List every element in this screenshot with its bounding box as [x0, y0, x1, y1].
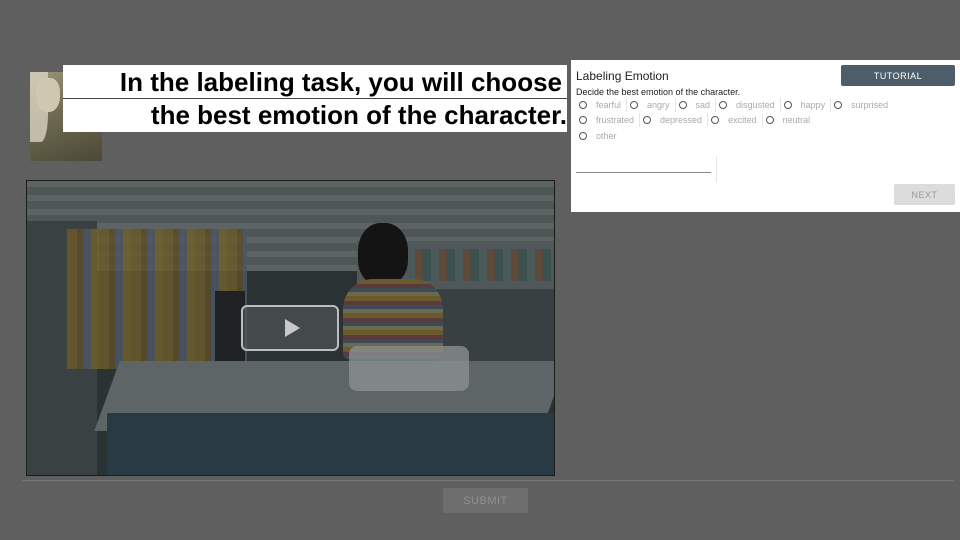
panel-title: Labeling Emotion — [576, 69, 669, 83]
emotion-options: fearful angry sad disgusted happy surpri… — [579, 97, 919, 144]
other-emotion-input[interactable] — [576, 172, 711, 173]
radio-angry[interactable] — [630, 100, 639, 109]
option-surprised[interactable]: surprised — [834, 98, 893, 112]
option-angry[interactable]: angry — [630, 97, 676, 112]
labeling-panel: Labeling Emotion Decide the best emotion… — [571, 60, 960, 212]
radio-depressed[interactable] — [643, 116, 652, 125]
play-button[interactable] — [241, 305, 339, 351]
instruction-caption: In the labeling task, you will choose th… — [63, 65, 567, 132]
video-scene-person-head — [358, 223, 408, 285]
radio-fearful[interactable] — [579, 100, 587, 109]
radio-other[interactable] — [579, 131, 587, 140]
caption-divider — [63, 98, 567, 99]
footer-divider — [22, 480, 954, 481]
panel-subtitle: Decide the best emotion of the character… — [576, 87, 741, 97]
submit-button[interactable]: SUBMIT — [443, 488, 528, 513]
radio-neutral[interactable] — [765, 116, 774, 125]
caption-line-2: the best emotion of the character. — [150, 100, 567, 130]
caption-line-1: In the labeling task, you will choose — [119, 67, 562, 97]
option-label: frustrated — [596, 115, 635, 126]
option-label: excited — [728, 115, 757, 126]
option-label: depressed — [660, 115, 703, 126]
option-label: fearful — [596, 99, 622, 110]
radio-sad[interactable] — [678, 100, 687, 109]
option-label: disgusted — [736, 99, 775, 110]
option-label: neutral — [782, 115, 811, 126]
option-label: happy — [800, 99, 826, 110]
option-neutral[interactable]: neutral — [765, 113, 816, 127]
options-row-1: fearful angry sad disgusted happy surpri… — [579, 97, 919, 113]
video-scene-bags — [349, 346, 469, 391]
option-label: sad — [695, 99, 711, 110]
option-fearful[interactable]: fearful — [579, 97, 628, 112]
thumbnail-face — [36, 78, 60, 112]
video-scene-counter-front — [107, 413, 554, 475]
radio-happy[interactable] — [783, 100, 792, 109]
video-player[interactable] — [26, 180, 555, 476]
play-icon — [284, 319, 300, 337]
options-row-3: other — [579, 128, 919, 144]
option-other[interactable]: other — [579, 129, 622, 143]
video-scene-back-shelf — [407, 249, 554, 281]
option-depressed[interactable]: depressed — [643, 113, 709, 128]
radio-frustrated[interactable] — [579, 116, 587, 125]
radio-disgusted[interactable] — [719, 100, 728, 109]
next-button[interactable]: NEXT — [894, 184, 955, 205]
option-disgusted[interactable]: disgusted — [719, 97, 781, 112]
radio-excited[interactable] — [711, 116, 720, 125]
option-label: surprised — [851, 99, 889, 110]
options-divider — [716, 156, 717, 182]
tutorial-button[interactable]: TUTORIAL — [841, 65, 955, 86]
option-label: other — [596, 130, 617, 141]
options-row-2: frustrated depressed excited neutral — [579, 113, 919, 129]
radio-surprised[interactable] — [834, 100, 843, 109]
option-frustrated[interactable]: frustrated — [579, 113, 641, 128]
option-label: angry — [647, 99, 670, 110]
option-happy[interactable]: happy — [783, 97, 832, 112]
option-sad[interactable]: sad — [678, 97, 717, 112]
option-excited[interactable]: excited — [711, 113, 763, 128]
